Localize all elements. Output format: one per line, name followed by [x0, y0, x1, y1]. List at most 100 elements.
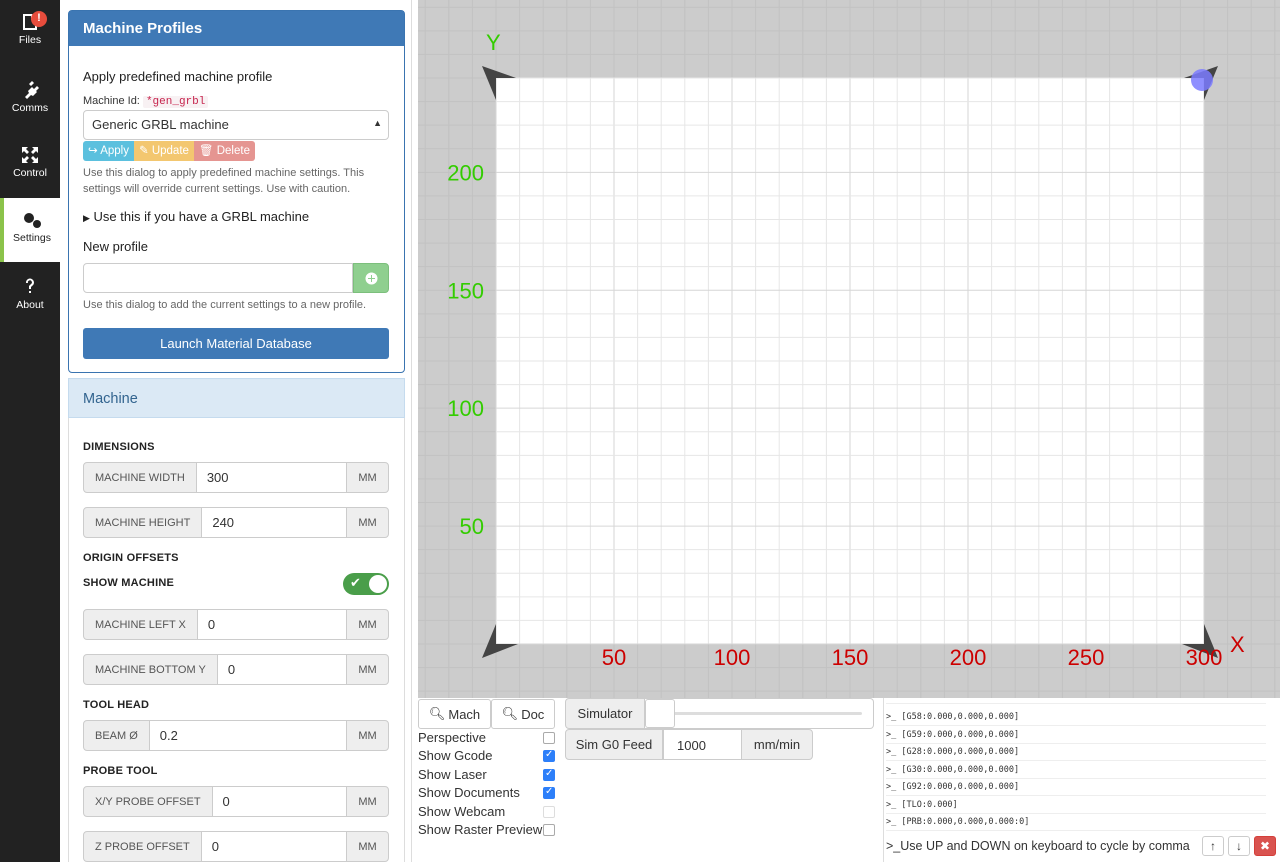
machine-profile-select[interactable]: Generic GRBL machine ▲ — [83, 110, 389, 140]
prompt-icon: >_ — [886, 839, 901, 853]
launch-material-database-button[interactable]: Launch Material Database — [83, 328, 389, 359]
y-tick-label: 200 — [447, 160, 484, 185]
option-show-documents-label: Show Documents — [418, 785, 520, 800]
option-show-raster-preview[interactable]: Show Raster Preview — [418, 822, 558, 839]
apply-button[interactable]: ↪ Apply — [83, 141, 134, 161]
machine-height-input[interactable]: 240 — [202, 507, 346, 538]
machine-height-label: MACHINE HEIGHT — [83, 507, 203, 538]
x-tick-label: 50 — [602, 645, 626, 670]
machine-profiles-title: Machine Profiles — [69, 11, 404, 46]
settings-panel: Machine Profiles Apply predefined machin… — [60, 0, 412, 862]
workspace-viewport[interactable]: Y X 50 100 150 200 250 300 200 150 100 50 — [418, 0, 1280, 698]
machine-profile-select-value: Generic GRBL machine — [92, 117, 229, 132]
checkbox[interactable] — [543, 732, 555, 744]
nav-control[interactable]: Control — [0, 133, 60, 197]
machine-section-header[interactable]: Machine — [68, 378, 405, 418]
machine-height-unit: MM — [346, 507, 389, 538]
add-profile-button[interactable] — [353, 263, 389, 293]
close-icon: ✖ — [1259, 839, 1271, 853]
machine-width-unit: MM — [346, 462, 389, 493]
xy-probe-group: X/Y PROBE OFFSET 0 MM — [83, 786, 389, 817]
option-show-documents[interactable]: Show Documents — [418, 785, 558, 802]
command-input[interactable]: >_Use UP and DOWN on keyboard to cycle b… — [884, 835, 1201, 859]
arrow-up-icon: ↑ — [1210, 839, 1216, 853]
triangle-right-icon: ▶ — [83, 213, 90, 223]
arrows-expand-icon — [22, 147, 38, 163]
doc-view-button[interactable]: 🔍︎ Doc — [491, 699, 555, 729]
new-profile-input[interactable] — [83, 263, 353, 293]
machine-bottom-y-input[interactable]: 0 — [217, 654, 346, 685]
option-show-laser[interactable]: Show Laser — [418, 767, 558, 784]
option-show-gcode[interactable]: Show Gcode — [418, 748, 558, 765]
delete-button-label: Delete — [216, 145, 250, 157]
x-tick-label: 100 — [714, 645, 751, 670]
console-line: >_ [G28:0.000,0.000,0.000] — [886, 743, 1266, 761]
mach-button-label: Mach — [448, 706, 481, 722]
console-line: >_ [TLO:0.000] — [886, 796, 1266, 814]
z-probe-unit: MM — [346, 831, 389, 862]
command-placeholder: Use UP and DOWN on keyboard to cycle by … — [900, 839, 1190, 853]
x-tick-label: 250 — [1068, 645, 1105, 670]
update-button-label: Update — [151, 145, 189, 157]
machine-width-label: MACHINE WIDTH — [83, 462, 197, 493]
machine-left-x-label: MACHINE LEFT X — [83, 609, 198, 640]
new-profile-label: New profile — [83, 239, 149, 254]
console-line: >_ [PRB:0.000,0.000,0.000:0] — [886, 813, 1266, 831]
checkbox[interactable] — [543, 806, 555, 818]
beam-input[interactable]: 0.2 — [149, 720, 346, 751]
delete-button[interactable]: 🗑 Delete — [193, 141, 255, 161]
dimensions-heading: DIMENSIONS — [83, 441, 155, 453]
checkbox[interactable] — [543, 749, 555, 762]
option-show-gcode-label: Show Gcode — [418, 748, 493, 763]
z-probe-input[interactable]: 0 — [201, 831, 346, 862]
console-line: >_ [G58:0.000,0.000,0.000] — [886, 708, 1266, 726]
x-tick-label: 150 — [832, 645, 869, 670]
slider-handle[interactable] — [645, 699, 675, 728]
nav-settings[interactable]: Settings — [0, 198, 60, 262]
y-tick-label: 100 — [447, 396, 484, 421]
checkbox[interactable] — [543, 824, 555, 836]
machine-width-group: MACHINE WIDTH 300 MM — [83, 462, 389, 493]
main-nav: ! Files Comms Control Settings About — [0, 0, 60, 862]
console-line-clipped — [886, 698, 1266, 704]
machine-width-input[interactable]: 300 — [196, 462, 346, 493]
beam-unit: MM — [346, 720, 389, 751]
doc-button-label: Doc — [521, 706, 545, 722]
nav-comms[interactable]: Comms — [0, 68, 60, 132]
option-perspective[interactable]: Perspective — [418, 730, 558, 747]
clear-console-button[interactable]: ✖ — [1254, 836, 1276, 856]
arrow-down-icon: ↓ — [1236, 839, 1242, 853]
console-panel: >_ [G58:0.000,0.000,0.000] >_ [G59:0.000… — [883, 698, 1280, 862]
apply-button-label: Apply — [100, 145, 129, 157]
trash-icon: 🗑 — [198, 145, 214, 157]
apply-help-text: Use this dialog to apply predefined mach… — [83, 167, 365, 195]
console-line: >_ [G59:0.000,0.000,0.000] — [886, 726, 1266, 744]
workspace-canvas[interactable]: Y X 50 100 150 200 250 300 200 150 100 50 — [418, 0, 1280, 698]
show-machine-toggle[interactable]: ✔ — [343, 573, 389, 595]
xy-probe-input[interactable]: 0 — [212, 786, 346, 817]
mach-view-button[interactable]: 🔍︎ Mach — [418, 699, 491, 729]
plug-icon — [25, 81, 39, 99]
history-down-button[interactable]: ↓ — [1228, 836, 1250, 856]
y-tick-label: 50 — [460, 514, 484, 539]
console-line: >_ [G30:0.000,0.000,0.000] — [886, 761, 1266, 779]
search-icon: 🔍︎ — [428, 706, 446, 721]
checkbox[interactable] — [543, 786, 555, 799]
history-up-button[interactable]: ↑ — [1202, 836, 1224, 856]
checkbox[interactable] — [543, 768, 555, 781]
update-button[interactable]: ✎ Update — [133, 141, 194, 161]
machine-left-x-input[interactable]: 0 — [197, 609, 346, 640]
simulator-slider[interactable] — [645, 698, 874, 729]
sim-feed-input[interactable]: 1000 — [663, 729, 742, 760]
z-probe-group: Z PROBE OFFSET 0 MM — [83, 831, 389, 862]
nav-files[interactable]: ! Files — [0, 0, 60, 64]
show-machine-label: SHOW MACHINE — [83, 577, 175, 589]
machine-height-group: MACHINE HEIGHT 240 MM — [83, 507, 389, 538]
nav-about[interactable]: About — [0, 265, 60, 329]
gears-icon — [24, 213, 41, 228]
y-tick-label: 150 — [447, 278, 484, 303]
grbl-details-summary[interactable]: ▶ Use this if you have a GRBL machine — [83, 209, 309, 224]
machine-id-code: *gen_grbl — [142, 96, 209, 108]
option-show-webcam[interactable]: Show Webcam — [418, 804, 558, 821]
sim-feed-unit: mm/min — [741, 729, 813, 760]
